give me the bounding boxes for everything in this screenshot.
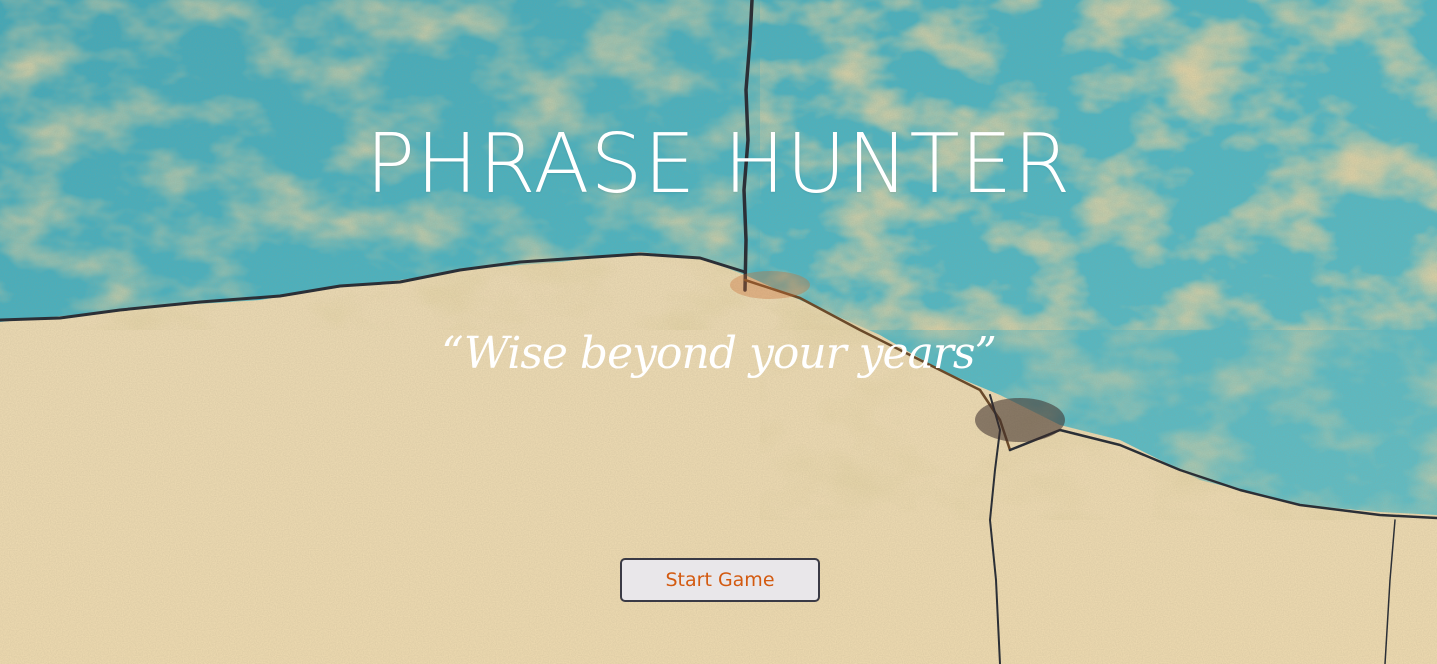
phrase-text: “Wise beyond your years” (441, 328, 997, 379)
start-game-button[interactable]: Start Game (620, 558, 820, 602)
page-title: PHRASE HUNTER (365, 116, 1072, 212)
